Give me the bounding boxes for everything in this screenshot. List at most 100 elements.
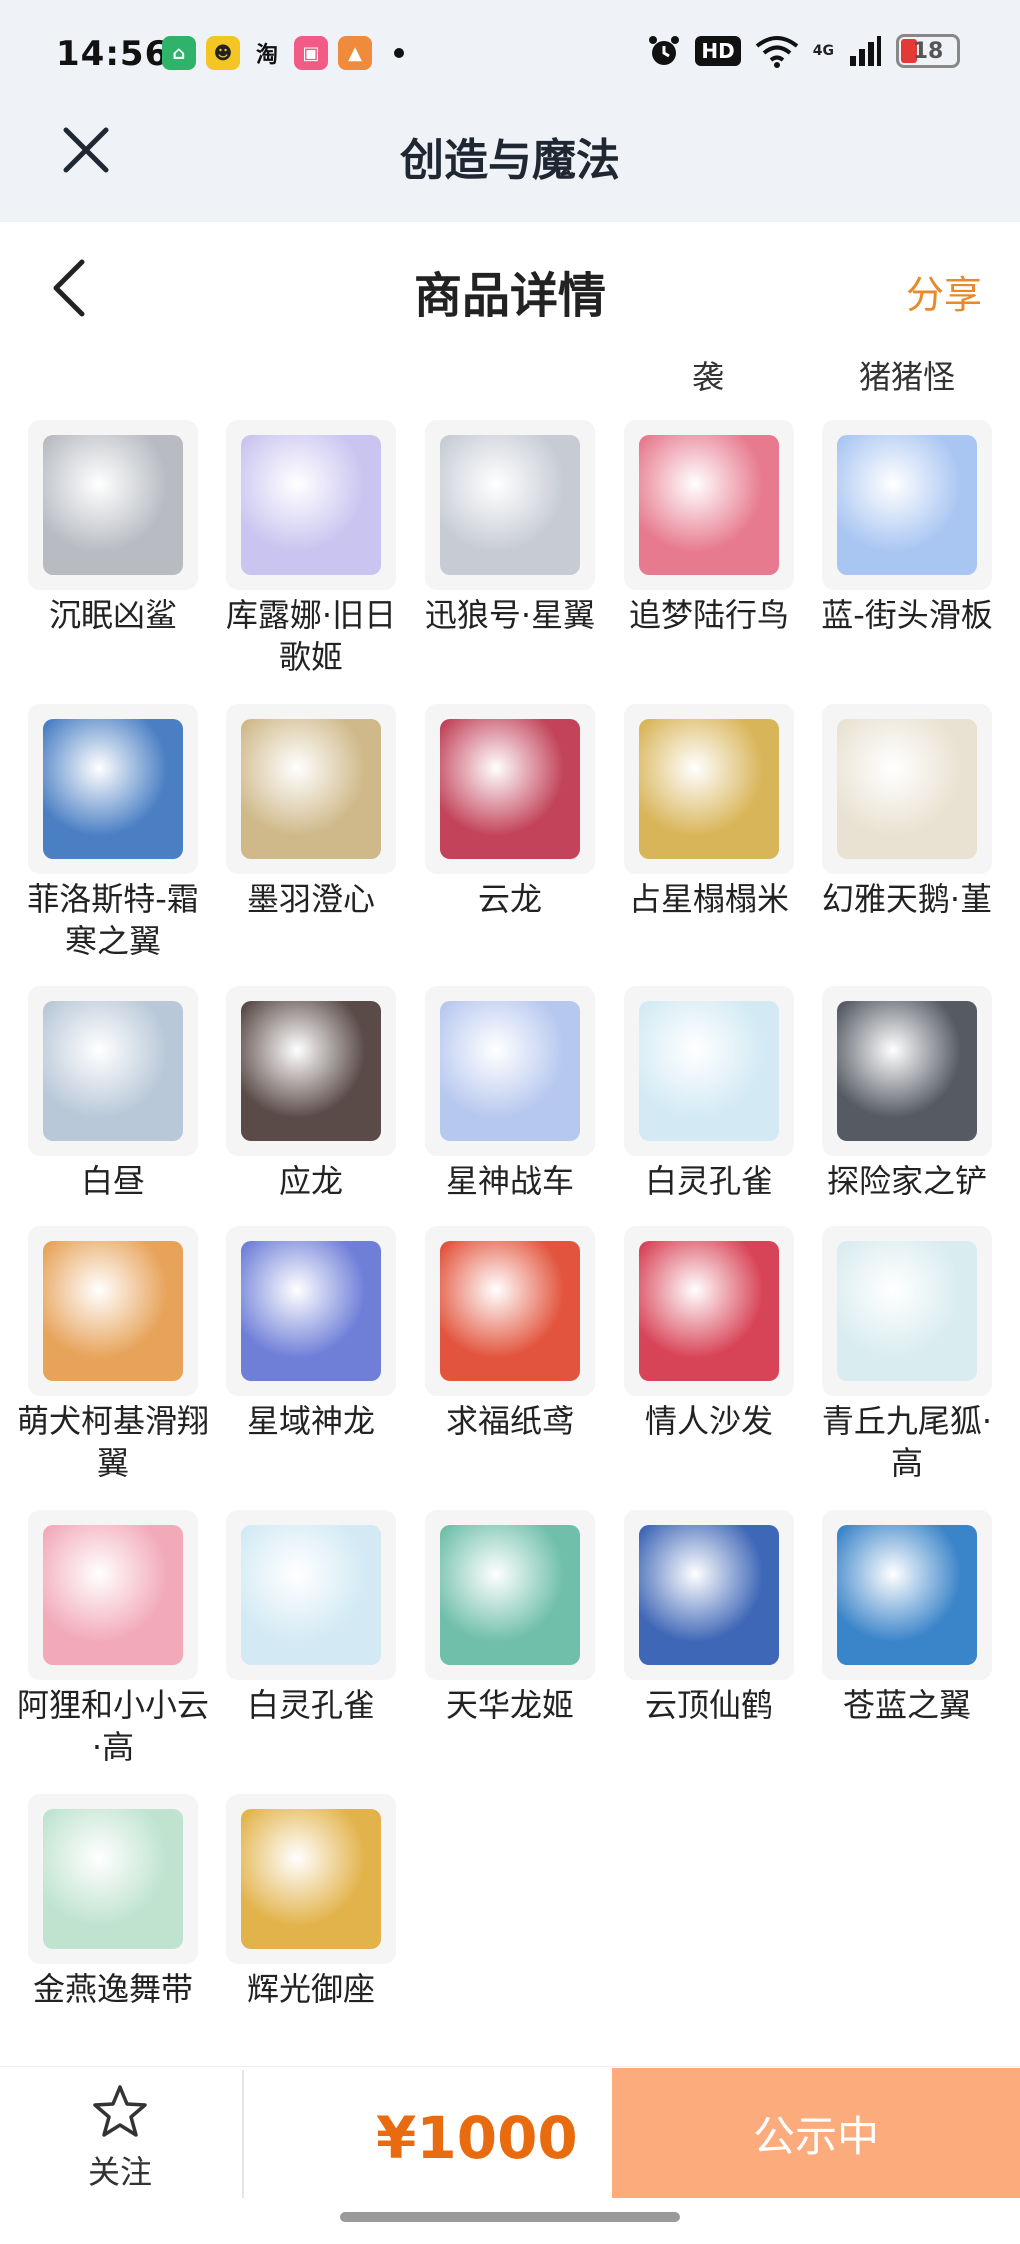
item-thumbnail [624, 1510, 794, 1680]
dark-dragon-art [241, 1001, 381, 1141]
skateboard-art [837, 435, 977, 575]
item-name: 迅狼号·星翼 [424, 596, 596, 634]
item-name: 墨羽澄心 [246, 880, 375, 918]
bottom-divider [242, 2070, 244, 2198]
item-thumbnail [425, 704, 595, 874]
item-name: 阿狸和小小云·高 [16, 1686, 209, 1766]
item-card[interactable]: 辉光御座 [212, 1794, 410, 2010]
dragon-princess-art [440, 1525, 580, 1665]
item-name: 星神战车 [445, 1162, 574, 1200]
network-type: 4G [812, 43, 834, 59]
share-button[interactable]: 分享 [906, 264, 982, 319]
item-card[interactable]: 阿狸和小小云·高 [14, 1510, 212, 1768]
hd-badge: HD [695, 36, 741, 66]
item-thumbnail [624, 1226, 794, 1396]
item-card[interactable]: 探险家之铲 [808, 986, 1006, 1202]
item-card[interactable]: 应龙 [212, 986, 410, 1202]
item-thumbnail [822, 986, 992, 1156]
swan-art [837, 719, 977, 859]
item-card[interactable]: 萌犬柯基滑翔翼 [14, 1226, 212, 1484]
prev-item-label: 猪猪怪 [858, 358, 955, 396]
app-bar: 创造与魔法 [0, 110, 1020, 222]
page-header: 商品详情 分享 [0, 222, 1020, 352]
item-name: 占星榻榻米 [628, 880, 789, 918]
nine-tail-fox-art [837, 1241, 977, 1381]
item-card[interactable]: 青丘九尾狐·高 [808, 1226, 1006, 1484]
item-card[interactable]: 白灵孔雀 [212, 1510, 410, 1726]
item-card[interactable]: 追梦陆行鸟 [610, 420, 808, 636]
home-app-icon: ⌂ [162, 36, 196, 70]
feather-staff-art [241, 719, 381, 859]
item-name: 情人沙发 [644, 1402, 773, 1440]
item-name: 辉光御座 [246, 1970, 375, 2008]
item-thumbnail [226, 704, 396, 874]
item-name: 云龙 [477, 880, 542, 918]
item-name: 云顶仙鹤 [644, 1686, 773, 1724]
item-card[interactable]: 菲洛斯特-霜寒之翼 [14, 704, 212, 962]
battery-level: 18 [912, 38, 944, 64]
item-card[interactable]: 云顶仙鹤 [610, 1510, 808, 1726]
white-peacock-art [639, 1001, 779, 1141]
item-thumbnail [226, 1794, 396, 1964]
singer-art [241, 435, 381, 575]
status-button[interactable]: 公示中 [612, 2068, 1020, 2198]
item-card[interactable]: 白昼 [14, 986, 212, 1202]
shovel-art [837, 1001, 977, 1141]
app-title: 创造与魔法 [400, 135, 620, 186]
item-card[interactable]: 白灵孔雀 [610, 986, 808, 1202]
item-name: 苍蓝之翼 [842, 1686, 971, 1724]
item-card[interactable]: 占星榻榻米 [610, 704, 808, 920]
item-name: 青丘九尾狐·高 [821, 1402, 993, 1482]
item-card[interactable]: 云龙 [411, 704, 609, 920]
item-card[interactable]: 星神战车 [411, 986, 609, 1202]
game-app-icon: ☻ [206, 36, 240, 70]
game2-app-icon: ▲ [338, 36, 372, 70]
bird-art [639, 435, 779, 575]
item-thumbnail [425, 986, 595, 1156]
star-dragon-art [241, 1241, 381, 1381]
item-card[interactable]: 迅狼号·星翼 [411, 420, 609, 636]
home-indicator[interactable] [340, 2212, 680, 2222]
item-card[interactable]: 苍蓝之翼 [808, 1510, 1006, 1726]
item-name: 蓝-街头滑板 [821, 596, 993, 634]
item-name: 星域神龙 [246, 1402, 375, 1440]
item-thumbnail [822, 1510, 992, 1680]
more-notifications-icon [394, 48, 404, 58]
white-peacock-art [241, 1525, 381, 1665]
top-area: 14:56 ⌂ ☻ 淘 ▣ ▲ HD 4G 18 创造与魔法 [0, 0, 1020, 222]
item-thumbnail [28, 704, 198, 874]
item-card[interactable]: 库露娜·旧日歌姬 [212, 420, 410, 678]
item-card[interactable]: 墨羽澄心 [212, 704, 410, 920]
astro-mat-art [639, 719, 779, 859]
item-name: 幻雅天鹅·堇 [821, 880, 993, 918]
item-thumbnail [822, 1226, 992, 1396]
item-name: 萌犬柯基滑翔翼 [16, 1402, 209, 1482]
item-card[interactable]: 星域神龙 [212, 1226, 410, 1442]
frost-wing-art [43, 719, 183, 859]
previous-row-labels: 袭 猪猪怪 [0, 352, 1020, 402]
follow-button[interactable]: 关注 [70, 2083, 170, 2193]
item-thumbnail [425, 420, 595, 590]
white-beast-art [43, 1001, 183, 1141]
item-card[interactable]: 天华龙姬 [411, 1510, 609, 1726]
item-card[interactable]: 情人沙发 [610, 1226, 808, 1442]
item-thumbnail [425, 1226, 595, 1396]
item-thumbnail [624, 704, 794, 874]
item-card[interactable]: 幻雅天鹅·堇 [808, 704, 1006, 920]
item-name: 金燕逸舞带 [32, 1970, 193, 2008]
page-title: 商品详情 [413, 268, 606, 324]
item-thumbnail [226, 986, 396, 1156]
cloud-dragon-art [440, 719, 580, 859]
item-name: 沉眠凶鲨 [48, 596, 177, 634]
item-card[interactable]: 求福纸鸢 [411, 1226, 609, 1442]
follow-label: 关注 [87, 2153, 152, 2191]
item-name: 求福纸鸢 [445, 1402, 574, 1440]
item-name: 库露娜·旧日歌姬 [225, 596, 397, 676]
price: ¥1000 [376, 2104, 578, 2172]
azure-wing-art [837, 1525, 977, 1665]
item-thumbnail [226, 420, 396, 590]
item-card[interactable]: 蓝-街头滑板 [808, 420, 1006, 636]
item-card[interactable]: 金燕逸舞带 [14, 1794, 212, 2010]
item-card[interactable]: 沉眠凶鲨 [14, 420, 212, 636]
status-time: 14:56 [56, 34, 170, 74]
